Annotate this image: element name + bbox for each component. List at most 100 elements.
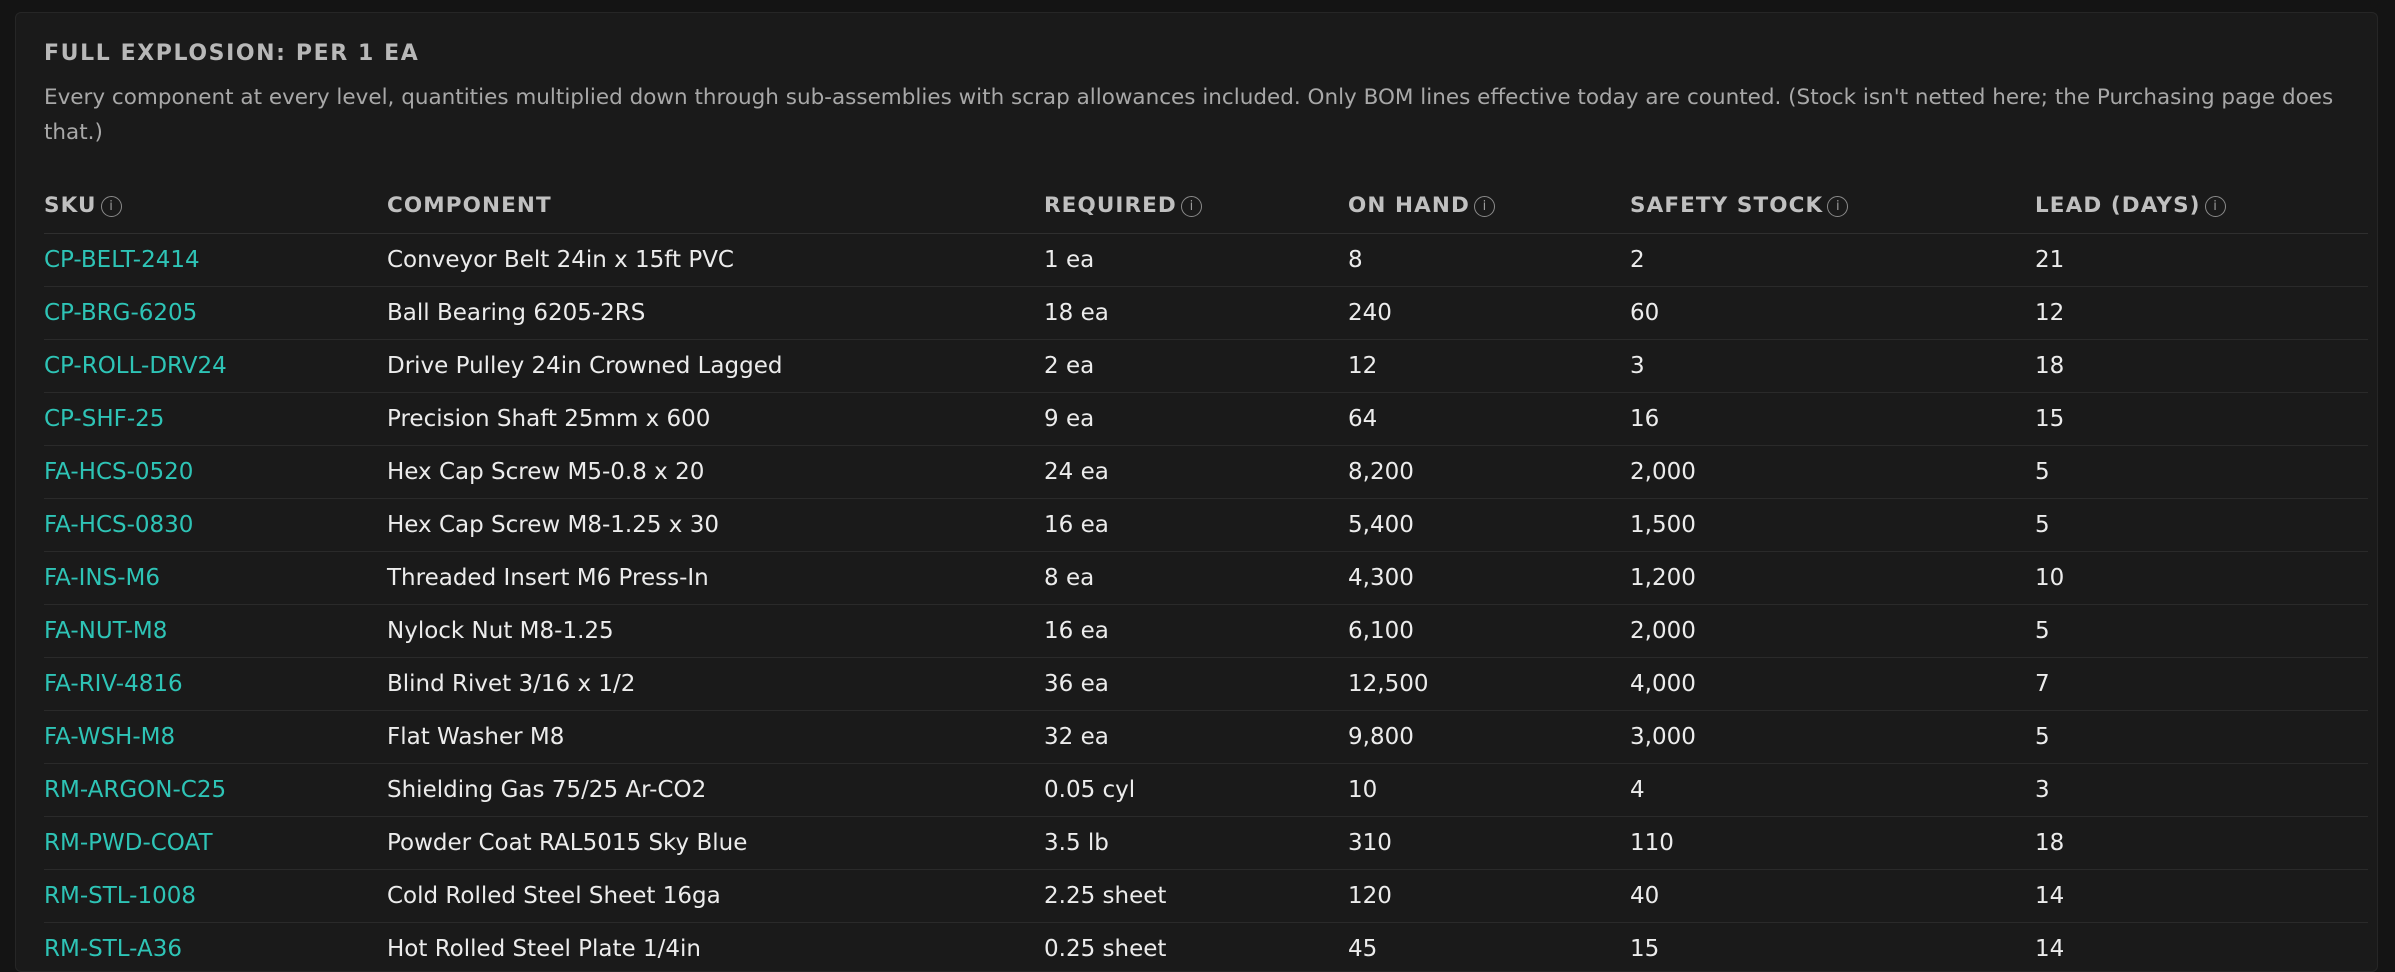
on-hand-cell: 9,800 [1348,711,1630,764]
component-cell: Hex Cap Screw M5-0.8 x 20 [387,446,1044,499]
sku-link[interactable]: FA-NUT-M8 [44,618,167,644]
sku-link[interactable]: CP-ROLL-DRV24 [44,353,227,379]
sku-link[interactable]: CP-BELT-2414 [44,247,200,273]
safety-stock-cell: 3,000 [1630,711,2035,764]
component-cell: Nylock Nut M8-1.25 [387,605,1044,658]
safety-stock-cell: 1,500 [1630,499,2035,552]
info-icon[interactable]: i [1827,196,1848,217]
on-hand-cell: 6,100 [1348,605,1630,658]
table-row: FA-WSH-M8Flat Washer M832 ea9,8003,0005 [44,711,2368,764]
sku-cell: RM-STL-1008 [44,870,387,923]
info-icon[interactable]: i [2205,196,2226,217]
component-cell: Cold Rolled Steel Sheet 16ga [387,870,1044,923]
component-cell: Precision Shaft 25mm x 600 [387,393,1044,446]
table-row: RM-PWD-COAT Powder Coat RAL5015 Sky Blue 3… [44,817,2368,870]
column-header-on-hand: ON HANDi [1348,177,1630,234]
section-description: Every component at every level, quantiti… [44,80,2374,150]
sku-link[interactable]: RM-PWD-COAT [44,830,213,856]
sku-cell: FA-HCS-0520 [44,446,387,499]
lead-days-cell: 5 [2035,711,2368,764]
sku-link[interactable]: CP-SHF-25 [44,406,164,432]
column-header-label: LEAD (DAYS) [2035,193,2201,218]
sku-link[interactable]: RM-STL-1008 [44,883,196,909]
bom-explosion-table: SKUi COMPONENT REQUIREDi ON HANDi SAFETY… [44,177,2368,972]
component-cell: Hex Cap Screw M8-1.25 x 30 [387,499,1044,552]
required-qty-cell: 9 ea [1044,393,1348,446]
sku-cell: CP-SHF-25 [44,393,387,446]
sku-link[interactable]: RM-ARGON-C25 [44,777,226,803]
info-icon[interactable]: i [101,196,122,217]
on-hand-cell: 4,300 [1348,552,1630,605]
safety-stock-cell: 2,000 [1630,446,2035,499]
on-hand-cell: 10 [1348,764,1630,817]
sku-link[interactable]: FA-WSH-M8 [44,724,175,750]
column-header-label: SKU [44,193,97,218]
safety-stock-cell: 4,000 [1630,658,2035,711]
sku-link[interactable]: FA-RIV-4816 [44,671,183,697]
table-header-row: SKUi COMPONENT REQUIREDi ON HANDi SAFETY… [44,177,2368,234]
column-header-sku: SKUi [44,177,387,234]
required-qty-cell: 18 ea [1044,287,1348,340]
on-hand-cell: 45 [1348,923,1630,972]
lead-days-cell: 18 [2035,817,2368,870]
lead-days-cell: 5 [2035,605,2368,658]
component-cell: Drive Pulley 24in Crowned Lagged [387,340,1044,393]
on-hand-cell: 8,200 [1348,446,1630,499]
info-icon[interactable]: i [1474,196,1495,217]
required-qty-cell: 36 ea [1044,658,1348,711]
required-qty-cell: 24 ea [1044,446,1348,499]
section-title: FULL EXPLOSION: PER 1 EA [44,41,419,66]
required-qty-cell: 0.25 sheet [1044,923,1348,972]
table-row: RM-STL-A36 Hot Rolled Steel Plate 1/4in0.… [44,923,2368,972]
info-icon[interactable]: i [1181,196,1202,217]
on-hand-cell: 64 [1348,393,1630,446]
sku-link[interactable]: FA-HCS-0520 [44,459,193,485]
table-row: RM-ARGON-C25 Shielding Gas 75/25 Ar-CO20.… [44,764,2368,817]
required-qty-cell: 1 ea [1044,234,1348,287]
on-hand-cell: 5,400 [1348,499,1630,552]
sku-link[interactable]: FA-HCS-0830 [44,512,193,538]
on-hand-cell: 240 [1348,287,1630,340]
column-header-lead-days: LEAD (DAYS)i [2035,177,2368,234]
required-qty-cell: 2.25 sheet [1044,870,1348,923]
component-cell: Blind Rivet 3/16 x 1/2 [387,658,1044,711]
required-qty-cell: 0.05 cyl [1044,764,1348,817]
on-hand-cell: 310 [1348,817,1630,870]
lead-days-cell: 5 [2035,499,2368,552]
table-row: FA-HCS-0830Hex Cap Screw M8-1.25 x 3016 … [44,499,2368,552]
sku-link[interactable]: RM-STL-A36 [44,936,182,962]
sku-cell: RM-PWD-COAT [44,817,387,870]
lead-days-cell: 5 [2035,446,2368,499]
component-cell: Shielding Gas 75/25 Ar-CO2 [387,764,1044,817]
component-cell: Threaded Insert M6 Press-In [387,552,1044,605]
on-hand-cell: 12 [1348,340,1630,393]
safety-stock-cell: 3 [1630,340,2035,393]
column-header-label: SAFETY STOCK [1630,193,1823,218]
sku-cell: CP-ROLL-DRV24 [44,340,387,393]
required-qty-cell: 2 ea [1044,340,1348,393]
safety-stock-cell: 1,200 [1630,552,2035,605]
table-row: FA-NUT-M8Nylock Nut M8-1.2516 ea6,1002,0… [44,605,2368,658]
safety-stock-cell: 2 [1630,234,2035,287]
column-header-required: REQUIREDi [1044,177,1348,234]
sku-cell: FA-INS-M6 [44,552,387,605]
sku-cell: FA-NUT-M8 [44,605,387,658]
table-row: CP-ROLL-DRV24 Drive Pulley 24in Crowned L… [44,340,2368,393]
lead-days-cell: 12 [2035,287,2368,340]
lead-days-cell: 7 [2035,658,2368,711]
component-cell: Hot Rolled Steel Plate 1/4in [387,923,1044,972]
table-row: FA-HCS-0520 Hex Cap Screw M5-0.8 x 2024 e… [44,446,2368,499]
table-row: CP-BELT-2414 Conveyor Belt 24in x 15ft PV… [44,234,2368,287]
component-cell: Powder Coat RAL5015 Sky Blue [387,817,1044,870]
sku-cell: FA-RIV-4816 [44,658,387,711]
component-cell: Ball Bearing 6205-2RS [387,287,1044,340]
sku-cell: RM-STL-A36 [44,923,387,972]
required-qty-cell: 16 ea [1044,605,1348,658]
sku-link[interactable]: FA-INS-M6 [44,565,160,591]
sku-link[interactable]: CP-BRG-6205 [44,300,197,326]
sku-cell: CP-BELT-2414 [44,234,387,287]
required-qty-cell: 8 ea [1044,552,1348,605]
column-header-component: COMPONENT [387,177,1044,234]
component-cell: Flat Washer M8 [387,711,1044,764]
component-cell: Conveyor Belt 24in x 15ft PVC [387,234,1044,287]
